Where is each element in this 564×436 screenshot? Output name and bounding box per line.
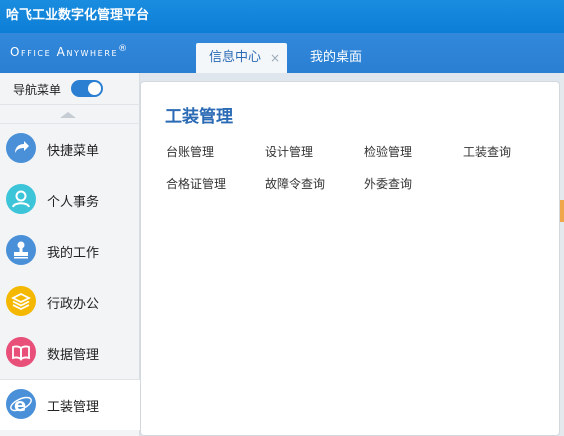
sidebar-item-label: 工装管理 xyxy=(47,400,100,415)
link-design[interactable]: 设计管理 xyxy=(265,143,313,160)
sidebar-item-admin[interactable]: 行政办公 xyxy=(0,277,140,328)
nav-menu-toggle-row: 导航菜单 xyxy=(0,73,140,103)
link-inspection[interactable]: 检验管理 xyxy=(364,143,412,160)
nav-menu-label: 导航菜单 xyxy=(13,83,62,97)
person-icon xyxy=(6,184,36,214)
sidebar-item-personal[interactable]: 个人事务 xyxy=(0,175,140,226)
app-title: 哈飞工业数字化管理平台 xyxy=(6,8,150,23)
sidebar-item-label: 快捷菜单 xyxy=(47,144,100,159)
top-nav: Office Anywhere® 信息中心 × 我的桌面 xyxy=(0,33,564,73)
right-edge-marker xyxy=(560,200,564,222)
tab-label: 我的桌面 xyxy=(309,50,362,65)
title-bar: 哈飞工业数字化管理平台 xyxy=(0,0,564,33)
tab-info-center[interactable]: 信息中心 × xyxy=(196,43,287,73)
nav-menu-toggle[interactable] xyxy=(71,80,103,97)
sidebar-item-data[interactable]: 数据管理 xyxy=(0,328,140,379)
sidebar-item-label: 个人事务 xyxy=(47,195,100,210)
section-title: 工装管理 xyxy=(165,107,233,127)
brand-name: Office Anywhere xyxy=(10,45,119,59)
link-tooling-query[interactable]: 工装查询 xyxy=(463,143,511,160)
brand-registered-mark: ® xyxy=(118,44,129,54)
right-edge-strip xyxy=(560,73,564,436)
stamp-icon xyxy=(6,235,36,265)
sidebar: 导航菜单 快捷菜单 个人事务 我的工作 行政办公 数据管理 e 工装管理 xyxy=(0,73,140,436)
ie-icon: e xyxy=(6,389,36,419)
sidebar-item-my-work[interactable]: 我的工作 xyxy=(0,226,140,277)
layers-icon xyxy=(6,286,36,316)
share-arrow-icon xyxy=(6,133,36,163)
sidebar-item-tooling[interactable]: e 工装管理 xyxy=(0,379,140,430)
main-panel: 工装管理 台账管理 设计管理 检验管理 工装查询 合格证管理 故障令查询 外委查… xyxy=(140,81,560,436)
chevron-up-icon xyxy=(60,112,76,118)
close-icon[interactable]: × xyxy=(270,43,280,73)
toggle-knob xyxy=(88,82,101,95)
book-icon xyxy=(6,337,36,367)
sidebar-item-label: 行政办公 xyxy=(47,297,100,312)
tab-label: 信息中心 xyxy=(209,50,262,65)
scroll-up-button[interactable] xyxy=(0,104,140,124)
tab-my-desktop[interactable]: 我的桌面 xyxy=(296,43,376,73)
brand-logo: Office Anywhere® xyxy=(10,44,129,59)
link-fault-query[interactable]: 故障令查询 xyxy=(265,175,325,192)
sidebar-item-label: 我的工作 xyxy=(47,246,100,261)
sidebar-item-label: 数据管理 xyxy=(47,348,100,363)
link-outsourcing-query[interactable]: 外委查询 xyxy=(364,175,412,192)
link-ledger[interactable]: 台账管理 xyxy=(166,143,214,160)
link-certificate[interactable]: 合格证管理 xyxy=(166,175,226,192)
sidebar-item-shortcuts[interactable]: 快捷菜单 xyxy=(0,124,140,175)
